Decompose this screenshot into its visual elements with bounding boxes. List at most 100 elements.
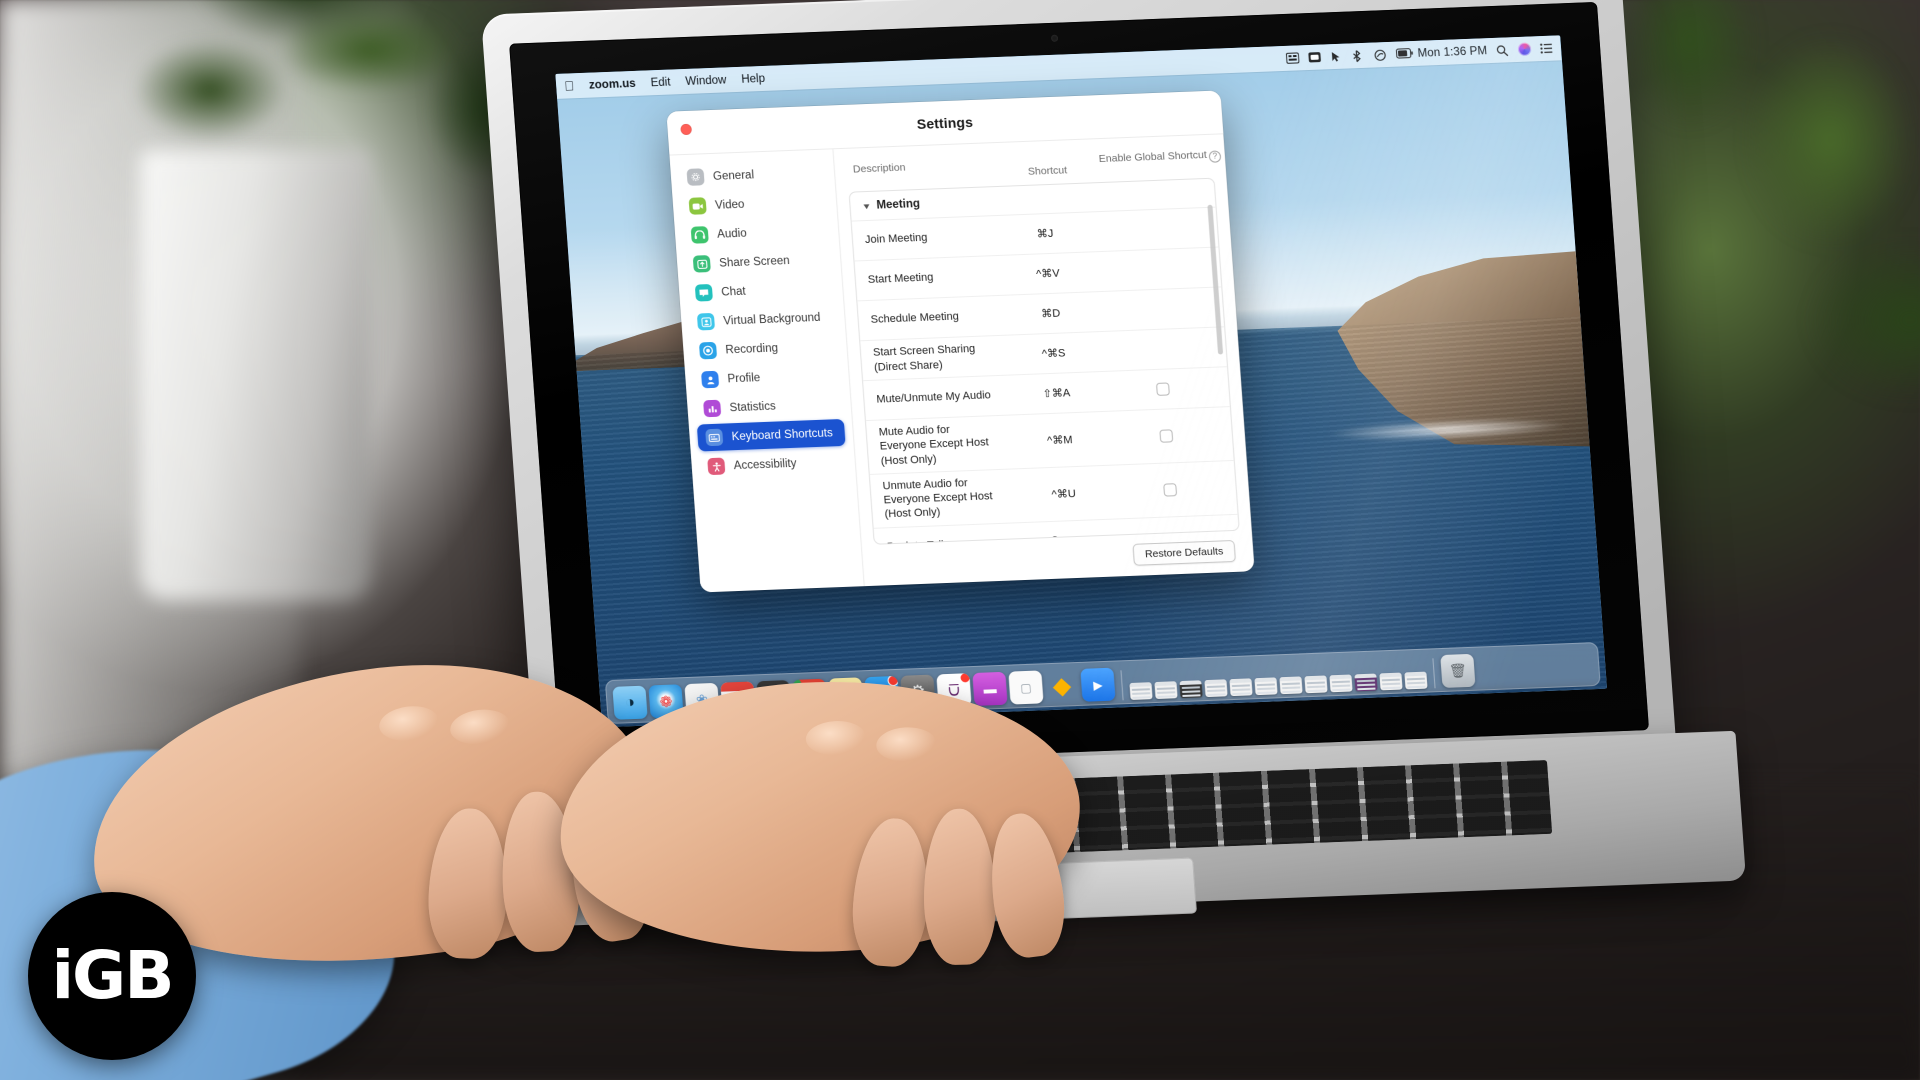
dock-item-zoom-app[interactable]: ▶ [1080,667,1116,702]
menu-app-name[interactable]: zoom.us [589,77,636,91]
row-shortcut[interactable]: ^⌘V [995,265,1100,282]
menu-status-area: Mon 1:36 PM [1285,42,1553,65]
person-card-icon [696,312,716,331]
dock-item-photos[interactable]: ❀ [684,682,720,718]
dock-minimized-window[interactable] [1204,679,1228,698]
sidebar-item-label: Recording [725,341,779,356]
row-shortcut[interactable]: ^⌘U [1011,485,1116,502]
dock-minimized-window[interactable] [1354,673,1378,692]
dock-item-sublime-text[interactable]: S [756,680,792,715]
shortcuts-table: ▼ Meeting Join Meeting ⌘J Start Meeting … [848,177,1240,545]
dock-minimized-window[interactable] [1254,677,1278,696]
row-shortcut[interactable]: ^⌘S [1001,345,1106,362]
headphones-icon [690,226,709,244]
sidebar-item-virtual-background[interactable]: Virtual Background [688,303,837,336]
dock-item-document[interactable]: ▢ [1008,670,1044,705]
menu-item-help[interactable]: Help [741,72,766,85]
dock-item-zoom-meeting[interactable]: ▬ [972,671,1008,706]
column-header-enable-global-shortcut: Enable Global Shortcut ? [1098,149,1222,166]
dock-item-trash[interactable]: 🗑 [1440,653,1476,688]
row-shortcut[interactable]: ⌘D [998,305,1103,322]
screen-mirroring-icon[interactable] [1307,52,1321,63]
app-store-icon: ▲ [873,683,891,702]
control-center-icon[interactable] [1540,43,1554,54]
dock-minimized-window[interactable] [1154,681,1178,700]
dock-item-finder[interactable]: ◑ [612,685,648,720]
dock-minimized-window[interactable] [1379,672,1403,691]
dock-minimized-window[interactable] [1279,676,1303,695]
dropbox-icon[interactable] [1373,49,1387,61]
finder-icon: ◑ [624,693,636,711]
dock-minimized-window[interactable] [1229,678,1253,697]
dock-minimized-window[interactable] [1129,682,1153,700]
settings-sidebar: General Video Audio Share Screen Chat Vi… [669,149,865,593]
dock-item-system-preferences[interactable]: ⚙ [900,674,936,709]
sidebar-item-chat[interactable]: Chat [686,274,835,307]
laptop-trackpad[interactable] [923,857,1198,924]
sidebar-item-video[interactable]: Video [680,188,829,221]
global-shortcut-checkbox[interactable] [1158,429,1173,443]
sidebar-item-accessibility[interactable]: Accessibility [699,448,848,481]
meeting-icon: ▬ [982,681,997,697]
row-shortcut[interactable]: ^⌘M [1007,432,1112,449]
zoom-video-icon: ▶ [1092,677,1104,692]
chat-bubble-icon [694,283,713,302]
keyboard-icon [705,428,724,447]
sidebar-item-general[interactable]: General [678,159,827,192]
dock-item-google-chrome[interactable] [792,678,828,713]
battery-icon[interactable] [1395,48,1413,59]
row-shortcut[interactable]: ⌘J [993,225,1098,242]
dock-minimized-window[interactable] [1304,675,1328,694]
dock-item-safari[interactable]: ❁ [648,684,684,719]
search-icon[interactable] [1496,44,1510,57]
menu-clock[interactable]: Mon 1:36 PM [1417,45,1487,60]
dock-minimized-window[interactable] [1329,674,1353,693]
restore-defaults-button[interactable]: Restore Defaults [1132,539,1236,566]
help-icon[interactable]: ? [1208,150,1222,163]
row-global-checkbox-cell [1105,341,1214,358]
upload-icon [692,255,711,273]
dock-minimized-window[interactable] [1179,680,1203,699]
sidebar-item-keyboard-shortcuts[interactable]: Keyboard Shortcuts [696,418,846,452]
keyboard-input-icon[interactable] [1285,52,1299,64]
gear-icon [686,168,705,186]
row-description: Mute/Unmute My Audio [876,389,992,407]
menu-item-window[interactable]: Window [685,74,727,88]
apple-logo-icon[interactable]:  [564,78,575,93]
dock-item-sketch[interactable]: ◆ [1044,669,1079,703]
sidebar-item-profile[interactable]: Profile [693,361,842,394]
global-shortcut-checkbox[interactable] [1162,483,1177,497]
global-shortcut-checkbox[interactable] [1155,382,1170,396]
row-shortcut[interactable]: ⇧⌘A [1004,385,1109,402]
sidebar-item-label: Keyboard Shortcuts [731,426,834,443]
bluetooth-icon[interactable] [1351,50,1365,63]
dock-item-slack[interactable]: ⩂ [936,673,972,708]
column-header-shortcut: Shortcut [1027,164,1068,178]
row-global-checkbox-cell [1115,481,1224,498]
dock-item-app-store[interactable]: ▲ [864,675,900,711]
sidebar-item-label: Chat [720,285,747,299]
menu-item-edit[interactable]: Edit [650,76,671,89]
row-description: Start Screen Sharing (Direct Share) [872,343,976,374]
row-global-checkbox-cell [1102,301,1211,318]
chevron-down-icon[interactable]: ▼ [861,201,872,210]
sidebar-item-label: Audio [716,227,748,241]
sidebar-item-share-screen[interactable]: Share Screen [684,245,833,278]
sidebar-item-statistics[interactable]: Statistics [695,390,844,423]
slack-icon: ⩂ [947,680,961,700]
sidebar-item-recording[interactable]: Recording [691,332,840,365]
camera-icon [688,197,707,215]
row-global-checkbox-cell [1097,221,1206,238]
webcam-icon [1050,34,1059,42]
cursor-arrow-icon[interactable] [1329,51,1343,62]
dock-item-calendar[interactable]: 13 [720,681,756,716]
row-global-checkbox-cell [1111,427,1220,444]
siri-icon[interactable] [1517,42,1532,56]
dock-minimized-window[interactable] [1404,671,1428,690]
sidebar-item-label: Video [714,198,745,212]
dock-item-notes[interactable]: ☰ [828,677,864,712]
dock-divider [1432,658,1436,689]
sidebar-item-audio[interactable]: Audio [682,216,831,249]
photo-scene:  zoom.us Edit Window Help [0,0,1920,1080]
laptop-keyboard[interactable] [547,759,1553,873]
